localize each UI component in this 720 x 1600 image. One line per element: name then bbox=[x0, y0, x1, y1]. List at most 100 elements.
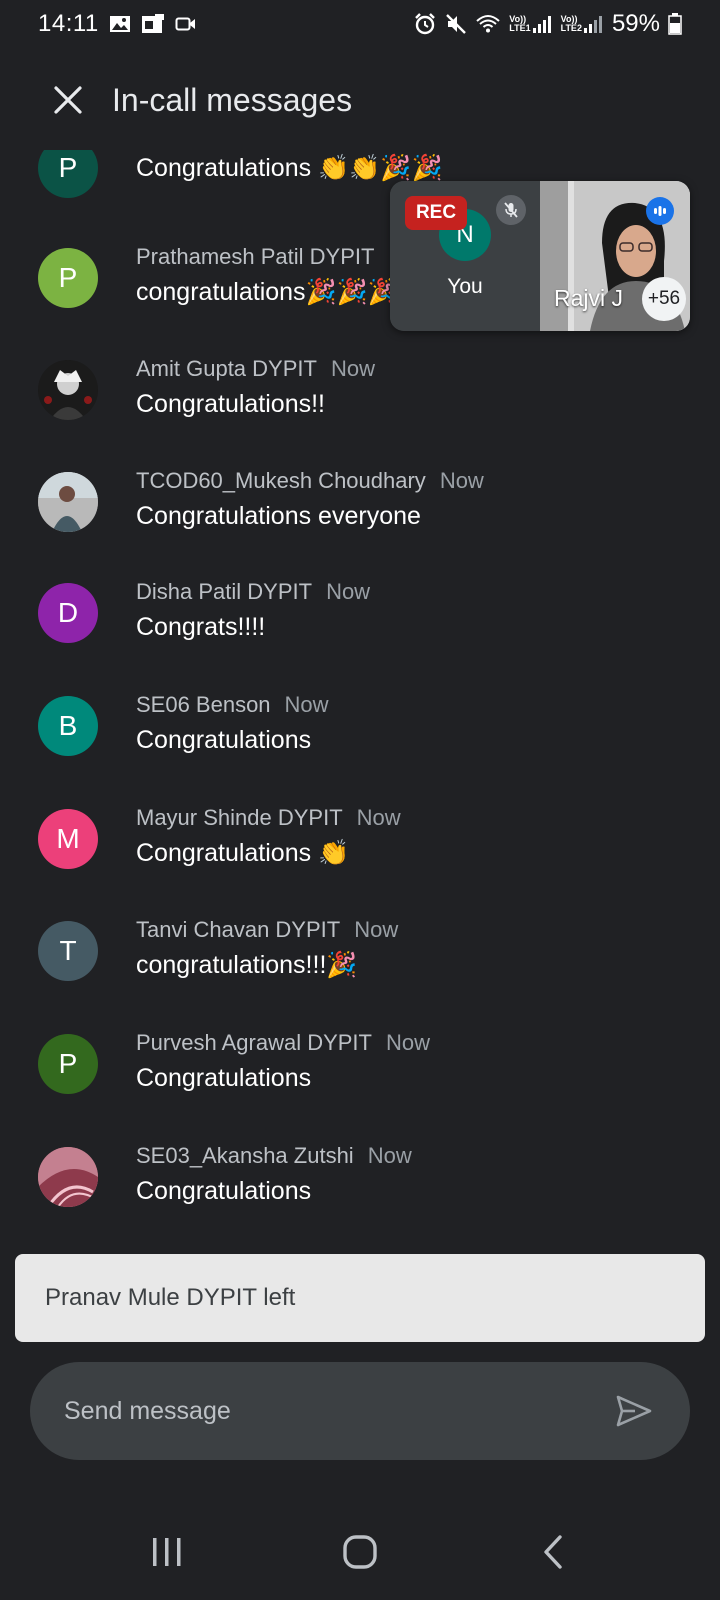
avatar bbox=[38, 360, 98, 420]
profile-photo-icon bbox=[38, 360, 98, 420]
sender-name: SE03_Akansha Zutshi bbox=[136, 1143, 354, 1168]
video-pip[interactable]: N REC You Rajvi J +56 bbox=[390, 181, 690, 331]
back-button[interactable] bbox=[513, 1522, 593, 1582]
avatar: P bbox=[38, 1034, 98, 1094]
avatar: P bbox=[38, 150, 98, 198]
page-title: In-call messages bbox=[112, 81, 353, 118]
lte2-label: LTE2 bbox=[560, 23, 582, 33]
sender-name: Amit Gupta DYPIT bbox=[136, 356, 317, 381]
self-video-pane[interactable]: N REC You bbox=[390, 181, 540, 331]
avatar-initial: P bbox=[58, 262, 78, 293]
speaking-indicator-icon bbox=[646, 197, 674, 225]
avatar: B bbox=[38, 696, 98, 756]
message-item: B SE06 Benson Now Congratulations bbox=[0, 692, 720, 808]
send-icon bbox=[616, 1395, 652, 1427]
photo-edit-icon bbox=[141, 13, 165, 35]
sender-line: Disha Patil DYPIT Now bbox=[136, 579, 370, 605]
avatar-initial: D bbox=[57, 597, 79, 628]
home-button[interactable] bbox=[320, 1522, 400, 1582]
avatar-initial: M bbox=[56, 823, 80, 854]
recording-badge: REC bbox=[405, 196, 467, 230]
mic-off-icon bbox=[496, 195, 526, 225]
message-time: Now bbox=[356, 805, 401, 830]
signal-lte1-icon: Vo)) LTE1 bbox=[509, 14, 552, 34]
avatar-initial: B bbox=[58, 710, 78, 741]
sender-name: Disha Patil DYPIT bbox=[136, 579, 313, 604]
sender-line: Tanvi Chavan DYPIT Now bbox=[136, 917, 398, 943]
snackbar-text: Pranav Mule DYPIT left bbox=[45, 1284, 296, 1311]
avatar-initial: T bbox=[59, 935, 77, 966]
avatar: P bbox=[38, 248, 98, 308]
message-item: SE03_Akansha Zutshi Now Congratulations bbox=[0, 1143, 720, 1225]
avatar: M bbox=[38, 809, 98, 869]
profile-photo-icon bbox=[38, 1147, 98, 1207]
close-button[interactable] bbox=[44, 76, 92, 124]
send-button[interactable] bbox=[604, 1381, 664, 1441]
wifi-icon bbox=[475, 13, 501, 35]
message-input[interactable] bbox=[30, 1396, 604, 1426]
message-text: Congratulations 👏👏🎉🎉 bbox=[136, 154, 443, 182]
message-item: M Mayur Shinde DYPIT Now Congratulations … bbox=[0, 805, 720, 921]
status-right: Vo)) LTE1 Vo)) LTE2 59% bbox=[413, 10, 682, 38]
message-time: Now bbox=[326, 579, 371, 604]
snackbar: Pranav Mule DYPIT left bbox=[15, 1254, 705, 1342]
avatar: T bbox=[38, 921, 98, 981]
battery-percent: 59% bbox=[611, 10, 660, 37]
message-composer bbox=[30, 1362, 690, 1460]
sender-line: SE03_Akansha Zutshi Now bbox=[136, 1143, 412, 1169]
back-icon bbox=[544, 1535, 563, 1569]
close-icon bbox=[54, 86, 82, 114]
sender-name: Mayur Shinde DYPIT bbox=[136, 805, 343, 830]
avatar-initial: P bbox=[58, 152, 78, 183]
battery-icon bbox=[668, 13, 682, 35]
message-text: congratulations🎉🎉🎉 bbox=[136, 278, 399, 306]
message-text: Congrats!!!! bbox=[136, 613, 266, 641]
message-item: P Purvesh Agrawal DYPIT Now Congratulatio… bbox=[0, 1030, 720, 1146]
message-item: TCOD60_Mukesh Choudhary Now Congratulatio… bbox=[0, 468, 720, 584]
system-nav-bar bbox=[0, 1504, 720, 1600]
message-item: Amit Gupta DYPIT Now Congratulations!! bbox=[0, 356, 720, 472]
alarm-icon bbox=[413, 12, 437, 36]
message-text: Congratulations bbox=[136, 1064, 312, 1092]
sender-line: TCOD60_Mukesh Choudhary Now bbox=[136, 468, 484, 494]
status-bar: 14:11 Vo)) LTE1 Vo)) LTE2 59% bbox=[0, 0, 720, 48]
message-text: Congratulations!! bbox=[136, 390, 326, 418]
sender-line: SE06 Benson Now bbox=[136, 692, 329, 718]
message-item: T Tanvi Chavan DYPIT Now congratulations!… bbox=[0, 917, 720, 1033]
avatar bbox=[38, 472, 98, 532]
message-text: Congratulations bbox=[136, 726, 312, 754]
sender-line: Mayur Shinde DYPIT Now bbox=[136, 805, 401, 831]
header: In-call messages bbox=[0, 60, 720, 140]
message-time: Now bbox=[367, 1143, 412, 1168]
message-item: D Disha Patil DYPIT Now Congrats!!!! bbox=[0, 579, 720, 695]
avatar bbox=[38, 1147, 98, 1207]
status-left: 14:11 bbox=[38, 10, 197, 38]
video-camera-icon bbox=[175, 15, 197, 33]
sender-name: SE06 Benson bbox=[136, 692, 271, 717]
sender-name: Purvesh Agrawal DYPIT bbox=[136, 1030, 372, 1055]
sender-name: Prathamesh Patil DYPIT bbox=[136, 244, 375, 269]
sender-line: Prathamesh Patil DYPIT bbox=[136, 244, 374, 270]
mute-sound-icon bbox=[445, 13, 467, 35]
sender-name: TCOD60_Mukesh Choudhary bbox=[136, 468, 426, 493]
recent-apps-icon bbox=[152, 1538, 181, 1566]
message-time: Now bbox=[354, 917, 399, 942]
participant-name: Rajvi J bbox=[554, 285, 624, 311]
status-time: 14:11 bbox=[38, 10, 99, 37]
more-participants-badge[interactable]: +56 bbox=[642, 277, 686, 321]
sender-line: Purvesh Agrawal DYPIT Now bbox=[136, 1030, 430, 1056]
avatar-initial: P bbox=[58, 1048, 78, 1079]
profile-photo-icon bbox=[38, 472, 98, 532]
message-time: Now bbox=[439, 468, 484, 493]
remote-video-pane[interactable]: Rajvi J +56 bbox=[540, 181, 690, 331]
sender-line: Amit Gupta DYPIT Now bbox=[136, 356, 375, 382]
message-text: Congratulations bbox=[136, 1177, 312, 1205]
message-text: congratulations!!!🎉 bbox=[136, 951, 358, 979]
gallery-icon bbox=[109, 14, 131, 34]
recent-apps-button[interactable] bbox=[127, 1522, 207, 1582]
message-time: Now bbox=[284, 692, 329, 717]
sender-name: Tanvi Chavan DYPIT bbox=[136, 917, 341, 942]
avatar: D bbox=[38, 583, 98, 643]
lte1-label: LTE1 bbox=[509, 23, 531, 33]
message-time: Now bbox=[330, 356, 375, 381]
